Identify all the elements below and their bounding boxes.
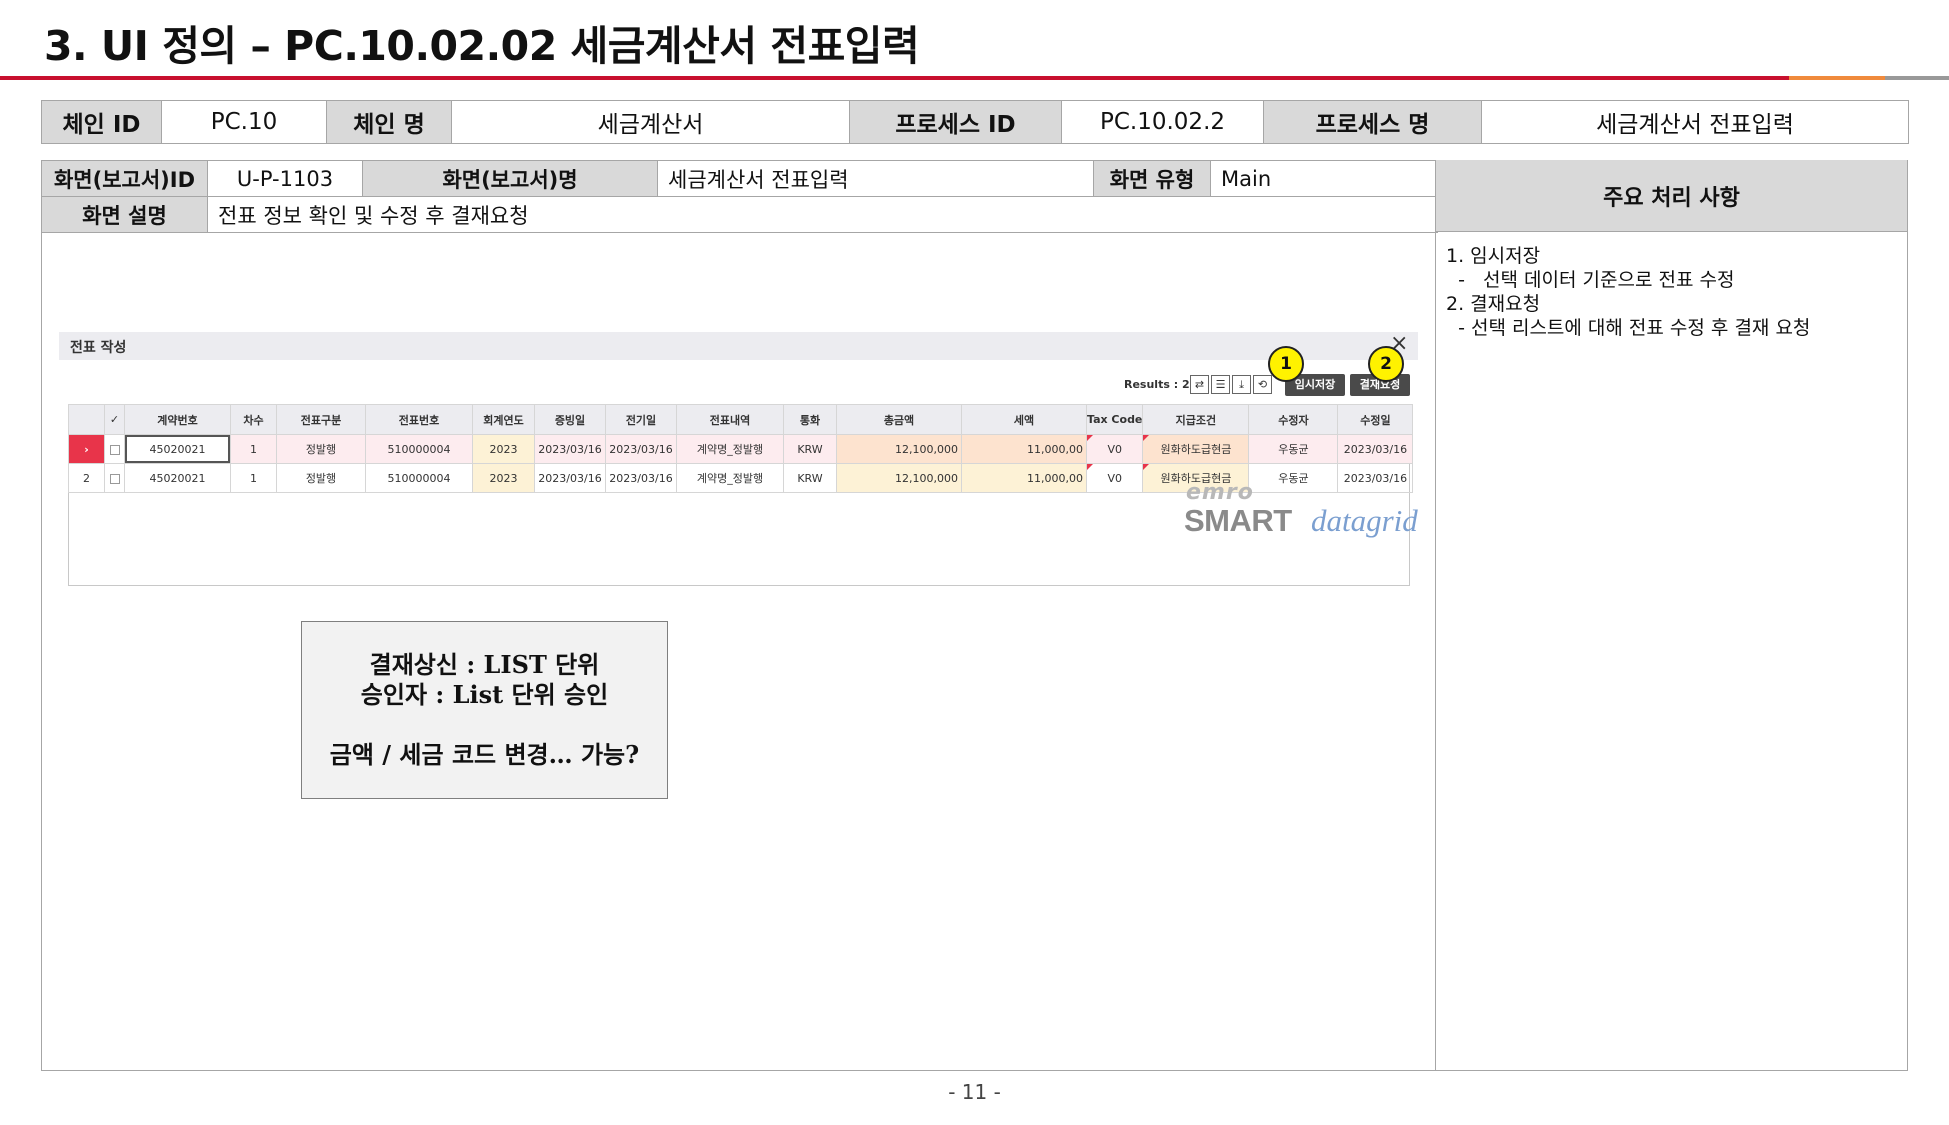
process-name-value: 세금계산서 전표입력	[1481, 100, 1909, 144]
grid-cell[interactable]: 원화하도급현금	[1142, 434, 1250, 464]
shuffle-icon[interactable]: ⇄	[1190, 375, 1209, 394]
process-id-label: 프로세스 ID	[849, 100, 1062, 144]
row-checkbox[interactable]	[104, 463, 125, 493]
panel-title-bar	[59, 332, 1418, 360]
column-header[interactable]: 통화	[783, 404, 837, 435]
column-header[interactable]: Tax Code	[1085, 404, 1144, 435]
note-line: 결재상신 : LIST 단위	[369, 650, 600, 679]
grid-cell[interactable]: 11,000,00	[961, 434, 1087, 464]
grid-cell[interactable]: 2023/03/16	[1337, 434, 1414, 464]
panel-title: 전표 작성	[70, 340, 127, 356]
grid-cell[interactable]: 510000004	[365, 463, 473, 493]
note-line	[302, 710, 667, 740]
datagrid-logo-text: datagrid	[1311, 503, 1418, 538]
note-line: 승인자 : List 단위 승인	[360, 680, 609, 709]
grid-cell[interactable]: V0	[1085, 463, 1144, 493]
screen-info-table: 화면(보고서)ID U-P-1103 화면(보고서)명 세금계산서 전표입력 화…	[41, 160, 1438, 233]
grid-cell[interactable]: 2023/03/16	[534, 463, 606, 493]
callout-badge-1: 1	[1268, 346, 1304, 382]
side-note-line: 1. 임시저장	[1446, 245, 1541, 267]
column-header[interactable]: 세액	[961, 404, 1087, 435]
screen-name-value: 세금계산서 전표입력	[657, 160, 1094, 197]
column-header[interactable]: 전표번호	[365, 404, 473, 435]
screen-name-label: 화면(보고서)명	[362, 160, 658, 197]
grid-cell[interactable]: 2023	[472, 434, 535, 464]
grid-cell[interactable]: 2023	[472, 463, 535, 493]
grid-cell[interactable]: 정발행	[276, 463, 366, 493]
list-icon[interactable]: ☰	[1211, 375, 1230, 394]
screen-desc-label: 화면 설명	[41, 196, 208, 233]
grid-cell[interactable]: V0	[1085, 434, 1144, 464]
grid-cell[interactable]: 510000004	[365, 434, 473, 464]
download-icon[interactable]: ⤓	[1232, 375, 1251, 394]
grid-cell[interactable]: 2023/03/16	[605, 434, 677, 464]
page-number: - 11 -	[948, 1080, 1001, 1104]
process-info-table: 체인 ID PC.10 체인 명 세금계산서 프로세스 ID PC.10.02.…	[41, 100, 1909, 144]
column-header[interactable]: 수정자	[1248, 404, 1339, 435]
emro-logo: emro	[1186, 480, 1254, 505]
grid-cell[interactable]: KRW	[783, 434, 837, 464]
process-name-label: 프로세스 명	[1263, 100, 1482, 144]
note-line: 금액 / 세금 코드 변경… 가능?	[329, 740, 640, 769]
callout-badge-2: 2	[1368, 346, 1404, 382]
grid-cell[interactable]: KRW	[783, 463, 837, 493]
chain-id-value: PC.10	[161, 100, 327, 144]
chain-name-label: 체인 명	[326, 100, 452, 144]
grid-cell[interactable]: 2023/03/16	[534, 434, 606, 464]
side-note-line: - 선택 데이터 기준으로 전표 수정	[1446, 269, 1735, 291]
column-header[interactable]: 전표구분	[276, 404, 366, 435]
grid-cell[interactable]: 12,100,000	[836, 434, 962, 464]
row-number: 2	[68, 463, 105, 493]
column-header[interactable]: 차수	[230, 404, 277, 435]
grid-cell[interactable]: 우동균	[1248, 434, 1339, 464]
smart-logo-text: SMART	[1184, 503, 1292, 538]
column-header[interactable]: 전표내역	[676, 404, 784, 435]
row-number-header	[68, 404, 105, 435]
table-row[interactable]: › 45020021 1 정발행 510000004 2023 2023/03/…	[68, 434, 1414, 464]
grid-cell[interactable]: 45020021	[124, 434, 231, 464]
screen-id-label: 화면(보고서)ID	[41, 160, 208, 197]
page-title: 3. UI 정의 – PC.10.02.02 세금계산서 전표입력	[44, 22, 920, 70]
column-header[interactable]: 수정일	[1337, 404, 1414, 435]
title-rule-end	[1885, 76, 1949, 80]
column-header[interactable]: 전기일	[605, 404, 677, 435]
grid-cell[interactable]: 2023/03/16	[605, 463, 677, 493]
grid-cell[interactable]: 1	[230, 463, 277, 493]
results-count: Results : 2	[1124, 378, 1190, 391]
chain-id-label: 체인 ID	[41, 100, 162, 144]
side-note-line: - 선택 리스트에 대해 전표 수정 후 결재 요청	[1446, 317, 1811, 339]
chain-name-value: 세금계산서	[451, 100, 850, 144]
column-header[interactable]: 회계연도	[472, 404, 535, 435]
grid-cell[interactable]: 계약명_정발행	[676, 463, 784, 493]
column-header[interactable]: 총금액	[836, 404, 962, 435]
side-notes: 1. 임시저장 - 선택 데이터 기준으로 전표 수정 2. 결재요청 - 선택…	[1446, 244, 1896, 340]
grid-cell[interactable]: 계약명_정발행	[676, 434, 784, 464]
screen-type-label: 화면 유형	[1093, 160, 1211, 197]
grid-cell[interactable]: 12,100,000	[836, 463, 962, 493]
column-header[interactable]: 계약번호	[124, 404, 231, 435]
grid-cell[interactable]: 11,000,00	[961, 463, 1087, 493]
screen-id-value: U-P-1103	[207, 160, 363, 197]
review-note-box: 결재상신 : LIST 단위 승인자 : List 단위 승인 금액 / 세금 …	[301, 621, 668, 799]
row-checkbox[interactable]	[104, 434, 125, 464]
side-note-line: 2. 결재요청	[1446, 293, 1541, 315]
refresh-icon[interactable]: ⟲	[1253, 375, 1272, 394]
grid-cell[interactable]: 45020021	[124, 463, 231, 493]
grid-cell[interactable]: 우동균	[1248, 463, 1339, 493]
side-header: 주요 처리 사항	[1436, 160, 1907, 232]
side-divider	[1435, 160, 1436, 1071]
screen-type-value: Main	[1210, 160, 1438, 197]
grid-cell[interactable]: 1	[230, 434, 277, 464]
grid-cell[interactable]: 2023/03/16	[1337, 463, 1414, 493]
screen-desc-value: 전표 정보 확인 및 수정 후 결재요청	[207, 196, 1438, 233]
grid-cell[interactable]: 정발행	[276, 434, 366, 464]
column-header[interactable]: 증빙일	[534, 404, 606, 435]
column-header[interactable]: 지급조건	[1142, 404, 1250, 435]
title-rule	[0, 76, 1789, 80]
check-all-icon[interactable]: ✓	[104, 404, 125, 435]
row-indicator[interactable]: ›	[68, 434, 105, 464]
process-id-value: PC.10.02.2	[1061, 100, 1264, 144]
title-rule-accent	[1789, 76, 1885, 80]
